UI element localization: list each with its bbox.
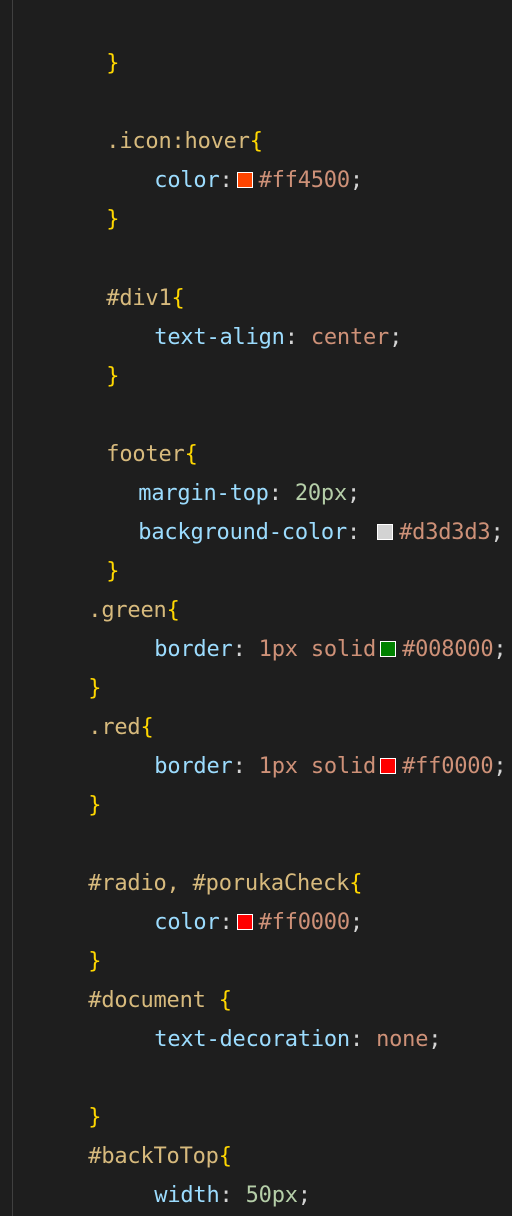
code-line[interactable]: .red{ xyxy=(10,665,153,740)
code-line[interactable]: color: #ff0000; xyxy=(76,860,363,935)
brace: } xyxy=(106,51,120,76)
code-line[interactable]: text-align: center; xyxy=(76,275,402,350)
code-line[interactable]: margin-top: 20px; xyxy=(60,431,360,506)
semicolon: ; xyxy=(493,637,507,662)
brace: } xyxy=(106,364,120,389)
css-property: color xyxy=(154,910,220,935)
code-line[interactable]: #backToTop{ xyxy=(10,1094,232,1169)
css-property: color xyxy=(154,168,220,193)
code-line[interactable]: } xyxy=(10,626,101,701)
css-value: #ff4500 xyxy=(258,168,351,193)
code-line[interactable]: .green{ xyxy=(10,548,180,623)
code-line[interactable]: text-decoration: none; xyxy=(76,977,441,1052)
semicolon: ; xyxy=(493,754,507,779)
colon: : xyxy=(232,637,259,662)
css-value: none xyxy=(376,1027,429,1052)
color-swatch[interactable] xyxy=(377,523,394,540)
brace: } xyxy=(88,793,102,818)
code-editor[interactable]: } .icon:hover{ color: #ff4500; } #div1{ t… xyxy=(0,0,512,1216)
css-property: text-decoration xyxy=(154,1027,350,1052)
code-line[interactable]: } xyxy=(28,1,119,76)
colon: : xyxy=(219,168,233,193)
color-swatch[interactable] xyxy=(380,640,397,657)
semicolon: ; xyxy=(490,520,504,545)
css-value: #008000 xyxy=(402,637,494,662)
css-value: 1px solid xyxy=(258,754,377,779)
css-value: #d3d3d3 xyxy=(399,520,491,545)
colon: : xyxy=(349,1027,377,1052)
code-line[interactable]: } xyxy=(28,314,119,389)
color-swatch[interactable] xyxy=(236,913,253,930)
code-line[interactable]: } xyxy=(10,743,101,818)
code-line[interactable]: footer{ xyxy=(28,392,198,467)
colon: : xyxy=(232,754,259,779)
colon: : xyxy=(219,910,233,935)
code-line[interactable]: border: 1px solid #008000; xyxy=(76,587,506,662)
semicolon: ; xyxy=(349,910,363,935)
brace: } xyxy=(106,207,120,232)
code-line[interactable]: background-color: #d3d3d3; xyxy=(60,470,503,545)
css-property: text-align xyxy=(154,325,285,350)
color-swatch[interactable] xyxy=(236,171,253,188)
semicolon: ; xyxy=(389,325,403,350)
code-line[interactable]: width: 50px; xyxy=(76,1133,311,1208)
code-line[interactable]: color: #ff4500; xyxy=(76,118,363,193)
code-line[interactable]: #radio, #porukaCheck{ xyxy=(10,821,362,896)
css-value: center xyxy=(310,325,390,350)
code-line[interactable]: } xyxy=(28,509,119,584)
code-line[interactable]: #div1{ xyxy=(28,236,184,311)
code-line[interactable]: #document { xyxy=(10,938,232,1013)
semicolon: ; xyxy=(349,168,363,193)
css-property: border xyxy=(154,754,233,779)
css-value: #ff0000 xyxy=(402,754,494,779)
semicolon: ; xyxy=(428,1027,442,1052)
code-line[interactable]: } xyxy=(10,1055,101,1130)
code-line[interactable]: border: 1px solid #ff0000; xyxy=(76,704,506,779)
code-line[interactable]: height: 50px; xyxy=(76,1172,324,1214)
code-line[interactable]: } xyxy=(10,899,101,974)
code-line[interactable]: .icon:hover{ xyxy=(28,79,263,154)
css-property: background-color xyxy=(138,520,348,545)
code-line[interactable]: } xyxy=(28,157,119,232)
css-value: #ff0000 xyxy=(258,910,351,935)
color-swatch[interactable] xyxy=(380,757,397,774)
css-value: 1px solid xyxy=(258,637,377,662)
colon: : xyxy=(347,520,374,545)
colon: : xyxy=(284,325,311,350)
css-property: border xyxy=(154,637,233,662)
